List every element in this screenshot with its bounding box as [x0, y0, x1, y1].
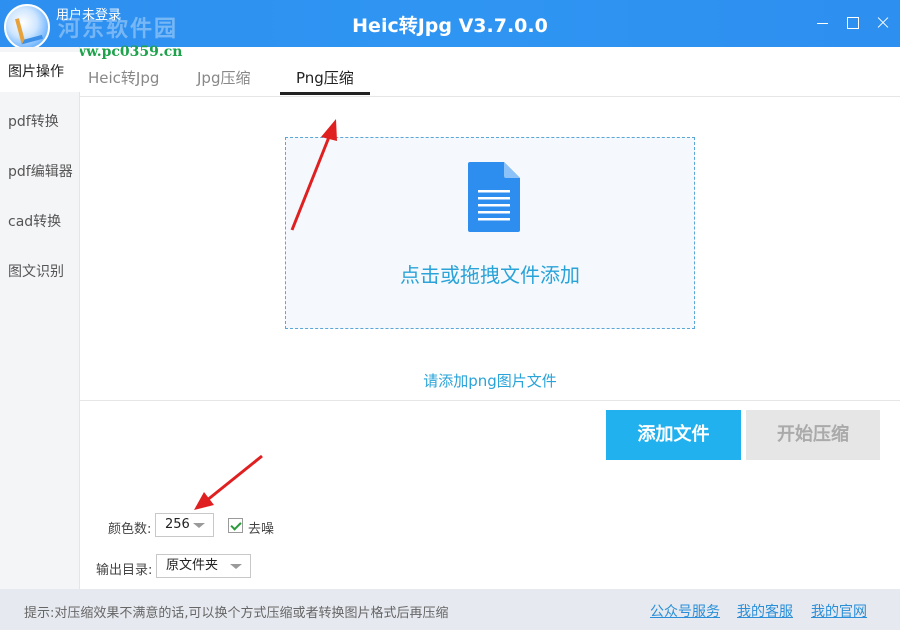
color-count-select[interactable]: 256 — [155, 513, 214, 537]
file-hint-text: 请添加png图片文件 — [423, 372, 557, 390]
sidebar-item-ocr[interactable]: 图文识别 — [0, 252, 80, 292]
link-official-account-service[interactable]: 公众号服务 — [650, 601, 720, 621]
active-tab-indicator — [280, 92, 370, 95]
output-dir-select[interactable]: 原文件夹 — [156, 554, 251, 578]
status-bar: 提示:对压缩效果不满意的话,可以换个方式压缩或者转换图片格式后再压缩 公众号服务… — [0, 589, 900, 630]
sidebar-item-image-ops[interactable]: 图片操作 — [0, 52, 80, 92]
color-count-value: 256 — [165, 517, 190, 532]
link-my-website[interactable]: 我的官网 — [811, 601, 867, 621]
arrow-to-color-select-icon — [194, 454, 263, 510]
color-count-label: 颜色数: — [108, 522, 152, 537]
sidebar: 图片操作 pdf转换 pdf编辑器 cad转换 图文识别 — [0, 47, 80, 589]
close-icon[interactable] — [873, 13, 893, 33]
tab-png-compress[interactable]: Png压缩 — [296, 67, 354, 88]
sidebar-item-pdf-editor[interactable]: pdf编辑器 — [0, 152, 80, 192]
tab-jpg-compress[interactable]: Jpg压缩 — [197, 67, 250, 88]
denoise-checkbox[interactable] — [228, 518, 243, 533]
minimize-icon[interactable] — [813, 13, 833, 33]
document-icon — [468, 162, 520, 232]
file-drop-zone[interactable]: 点击或拖拽文件添加 — [285, 137, 695, 329]
link-my-support[interactable]: 我的客服 — [737, 601, 793, 621]
output-dir-label: 输出目录: — [96, 563, 153, 578]
tab-heic-to-jpg[interactable]: Heic转Jpg — [88, 67, 159, 88]
content-divider — [80, 400, 900, 401]
title-bar: 用户未登录 河东软件园 Heic转Jpg V3.7.0.0 — [0, 0, 900, 50]
add-file-button[interactable]: 添加文件 — [606, 410, 741, 460]
chevron-down-icon — [230, 564, 242, 569]
status-tip-text: 提示:对压缩效果不满意的话,可以换个方式压缩或者转换图片格式后再压缩 — [24, 606, 449, 621]
drop-zone-text: 点击或拖拽文件添加 — [400, 263, 580, 287]
window-title: Heic转Jpg V3.7.0.0 — [352, 15, 548, 37]
denoise-label: 去噪 — [248, 522, 275, 537]
sidebar-item-pdf-convert[interactable]: pdf转换 — [0, 102, 80, 142]
output-dir-value: 原文件夹 — [166, 558, 219, 573]
start-compress-button[interactable]: 开始压缩 — [746, 410, 880, 460]
chevron-down-icon — [193, 523, 205, 528]
maximize-icon[interactable] — [843, 13, 863, 33]
tab-bar: Heic转Jpg Jpg压缩 Png压缩 — [80, 47, 900, 97]
sidebar-item-cad-convert[interactable]: cad转换 — [0, 202, 80, 242]
